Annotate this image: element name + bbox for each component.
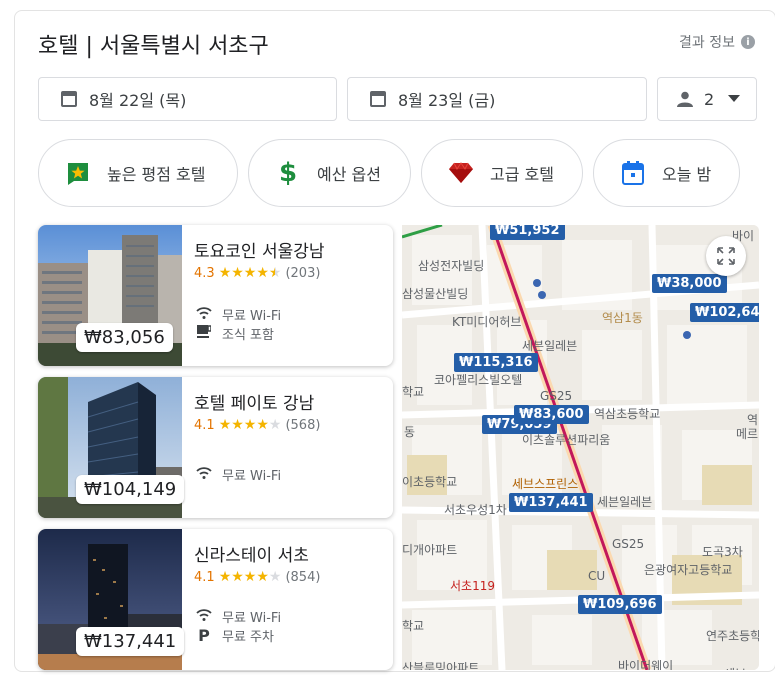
hotel-rating: 4.1 ★★★★★ (854) [194, 569, 320, 585]
map-label: 코아펠리스빌오텔 [434, 373, 523, 387]
map-price-marker[interactable]: ₩102,648 [690, 303, 759, 322]
wifi-icon [194, 306, 214, 323]
chip-label: 고급 호텔 [490, 165, 554, 184]
map-label: 학교 [402, 619, 425, 633]
map-price-marker[interactable]: ₩83,600 [514, 405, 589, 424]
map-price-marker[interactable]: ₩38,000 [652, 274, 727, 293]
hotel-name[interactable]: 호텔 페이토 강남 [194, 389, 314, 414]
map-label: 역삼초등학교 [594, 407, 661, 421]
map-expand-button[interactable] [706, 236, 746, 276]
wifi-icon [194, 608, 214, 625]
map-label: GS25 [540, 389, 573, 403]
rating-value: 4.1 [194, 569, 215, 585]
checkin-date-field[interactable]: 8월 22일 (목) [38, 77, 337, 121]
wifi-icon [194, 466, 214, 483]
checkin-date-value: 8월 22일 (목) [89, 91, 187, 110]
person-icon [677, 91, 693, 107]
review-count: (568) [285, 417, 321, 433]
map-label: 세븐일레븐 [597, 495, 653, 509]
map-label: 메르 [736, 427, 759, 441]
star-rating-icon: ★★★★★ [218, 569, 282, 585]
amenity-label: 무료 Wi-Fi [222, 469, 282, 484]
hotel-rating: 4.3 ★★★★★ (203) [194, 265, 320, 281]
hotel-rating: 4.1 ★★★★★ (568) [194, 417, 320, 433]
calendar-icon [370, 91, 386, 107]
star-rating-icon: ★★★★★ [218, 417, 282, 433]
amenity-label: 조식 포함 [222, 328, 274, 343]
map-price-marker[interactable]: ₩51,952 [490, 225, 565, 240]
map-label: 세브스프린스 [512, 477, 579, 491]
map-price-marker[interactable]: ₩109,696 [578, 595, 662, 614]
rating-value: 4.3 [194, 265, 215, 281]
hotel-price: ₩83,056 [76, 323, 173, 352]
review-count: (203) [285, 265, 321, 281]
hotel-name[interactable]: 토요코인 서울강남 [194, 237, 325, 262]
review-count: (854) [285, 569, 321, 585]
map-label: 산블루밍아파트 [402, 661, 480, 670]
map-label: 연주초등학 [706, 629, 759, 643]
hotel-card[interactable]: ₩83,056 토요코인 서울강남 4.3 ★★★★★ (203) 무료 Wi-… [38, 225, 393, 366]
dollar-icon: $ [278, 158, 298, 188]
chip-luxury[interactable]: 고급 호텔 [421, 139, 583, 207]
map-label: 삼성전자빌딩 [418, 259, 485, 273]
amenity-item: 조식 포함 [194, 324, 274, 343]
chip-top-rated[interactable]: 높은 평점 호텔 [38, 139, 238, 207]
hotel-card[interactable]: ₩137,441 신라스테이 서초 4.1 ★★★★★ (854) 무료 Wi-… [38, 529, 393, 670]
expand-icon [717, 247, 735, 265]
coffee-icon [194, 325, 214, 342]
hotel-name[interactable]: 신라스테이 서초 [194, 541, 309, 566]
map-label: 서초우성1차 [444, 503, 507, 517]
map-label: 은광여자고등학교 [644, 563, 733, 577]
page-title: 호텔 | 서울특별시 서초구 [38, 34, 269, 59]
map-label: 디개아파트 [402, 543, 458, 557]
amenity-item: 무료 Wi-Fi [194, 607, 281, 626]
hotel-price: ₩137,441 [76, 627, 185, 656]
info-icon: i [741, 35, 755, 49]
map-label: KT미디어허브 [452, 315, 522, 329]
map-label: 삼성물산빌딩 [402, 287, 469, 301]
hotel-map[interactable]: 바이 삼성전자빌딩 삼성물산빌딩 KT미디어허브 역삼1동 세븐일레븐 코아펠리… [402, 225, 759, 670]
hotel-price: ₩104,149 [76, 475, 185, 504]
amenity-item: 무료 Wi-Fi [194, 305, 281, 324]
map-label: CU [588, 569, 606, 583]
amenity-item: P 무료 주차 [194, 626, 274, 645]
amenity-label: 무료 Wi-Fi [222, 309, 282, 324]
guest-count-value: 2 [704, 89, 715, 109]
chip-label: 높은 평점 호텔 [107, 165, 206, 184]
map-label: 학교 [402, 385, 425, 399]
star-rating-icon: ★★★★★ [218, 265, 282, 281]
amenity-item: 무료 Wi-Fi [194, 465, 281, 484]
parking-icon: P [198, 626, 210, 645]
results-info-button[interactable]: 결과 정보 i [679, 32, 755, 52]
results-info-label: 결과 정보 [679, 35, 735, 51]
map-label: 세븐일레븐 [522, 339, 578, 353]
checkout-date-value: 8월 23일 (금) [398, 91, 496, 110]
guest-count-select[interactable]: 2 [657, 77, 757, 121]
map-label: 도곡3차 [702, 545, 743, 559]
star-flag-icon [65, 160, 91, 186]
map-label: 바이더웨이 [618, 659, 674, 670]
map-label: 세브 [724, 665, 746, 670]
chip-tonight[interactable]: 오늘 밤 [593, 139, 740, 207]
chip-label: 예산 옵션 [317, 165, 381, 184]
dropdown-arrow-icon [728, 95, 741, 102]
map-label: 서초119 [450, 579, 495, 593]
checkout-date-field[interactable]: 8월 23일 (금) [347, 77, 647, 121]
amenity-label: 무료 주차 [222, 630, 274, 645]
chip-budget[interactable]: $ 예산 옵션 [248, 139, 411, 207]
map-price-marker[interactable]: ₩115,316 [454, 353, 538, 372]
map-label: 이초등학교 [402, 475, 458, 489]
rating-value: 4.1 [194, 417, 215, 433]
map-label: GS25 [612, 537, 645, 551]
calendar-icon [61, 91, 77, 107]
gem-icon [448, 160, 474, 186]
map-label: 동 [404, 425, 416, 439]
map-label: 역삼1동 [602, 311, 643, 325]
calendar-icon [620, 160, 646, 186]
amenity-label: 무료 Wi-Fi [222, 611, 282, 626]
hotel-card[interactable]: ₩104,149 호텔 페이토 강남 4.1 ★★★★★ (568) 무료 Wi… [38, 377, 393, 518]
map-price-marker[interactable]: ₩137,441 [509, 493, 593, 512]
chip-label: 오늘 밤 [662, 165, 712, 184]
